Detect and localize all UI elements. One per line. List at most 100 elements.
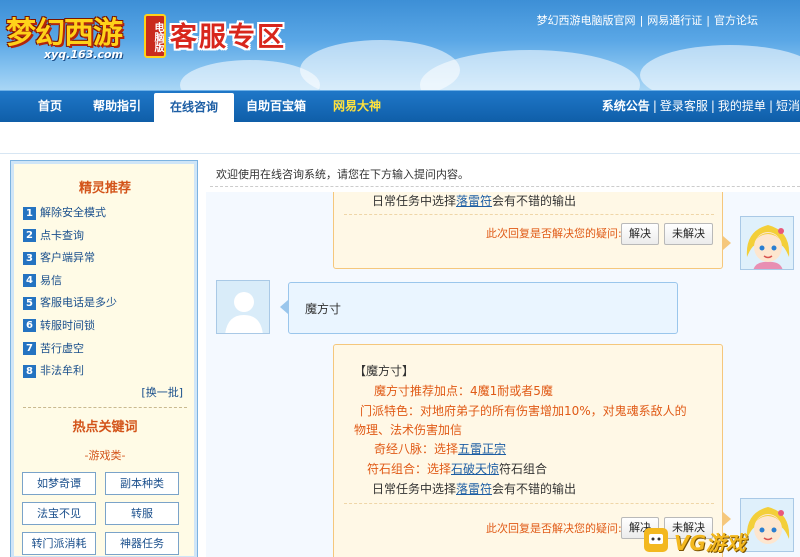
recommend-list: 1 解除安全模式 2 点卡查询 3 客户端异常 4 易信 5 客服电话是多少 6 转服时间锁… [23, 202, 193, 383]
keyword-button[interactable]: 转服 [105, 502, 179, 525]
list-item[interactable]: 3 客户端异常 [23, 247, 193, 270]
item-number: 7 [23, 342, 36, 356]
login-service-link[interactable]: 登录客服 [660, 99, 708, 113]
cloud-decoration [420, 50, 640, 90]
watermark-logo: VG游戏 [642, 525, 794, 555]
message-line: 物理、法术伤害加信 [354, 423, 463, 437]
user-message-bubble: 魔方寸 [288, 282, 678, 334]
system-notice-link[interactable]: 系统公告 [602, 99, 650, 113]
list-item[interactable]: 5 客服电话是多少 [23, 292, 193, 315]
welcome-divider [210, 186, 800, 187]
refresh-batch-link[interactable]: [换一批] [141, 384, 183, 400]
item-link[interactable]: 落雷符 [456, 194, 492, 208]
item-number: 5 [23, 296, 36, 310]
item-number: 8 [23, 364, 36, 378]
agent-avatar [740, 216, 794, 270]
item-label: 解除安全模式 [40, 206, 106, 219]
main-nav: 首页 帮助指引 在线咨询 自助百宝箱 网易大神 系统公告 | 登录客服 | 我的提单 | 短… [0, 90, 800, 123]
text: 会有不错的输出 [492, 482, 577, 496]
nav-home[interactable]: 首页 [24, 91, 76, 122]
site-header: 梦幻西游 电脑版 xyq.163.com 客服专区 梦幻西游电脑版官网 | 网易通行… [0, 0, 800, 90]
chat-area[interactable]: 日常任务中选择落雷符会有不错的输出 此次回复是否解决您的疑问: 解决 未解决 魔… [206, 192, 800, 557]
solved-button[interactable]: 解决 [621, 223, 659, 245]
nav-netease-dashen[interactable]: 网易大神 [322, 91, 392, 122]
keyword-button[interactable]: 如梦奇谭 [22, 472, 96, 495]
item-label: 易信 [40, 273, 62, 287]
item-number: 1 [23, 206, 36, 220]
text: 符石组合：选择 [367, 462, 452, 476]
item-label: 转服时间锁 [40, 318, 95, 332]
list-item[interactable]: 2 点卡查询 [23, 225, 193, 248]
nav-help-guide[interactable]: 帮助指引 [86, 91, 148, 122]
keyword-category: -游戏类- [84, 449, 126, 462]
cloud-decoration [180, 60, 320, 90]
item-number: 2 [23, 229, 36, 243]
list-item[interactable]: 8 非法牟利 [23, 360, 193, 383]
netease-passport-link[interactable]: 网易通行证 [647, 14, 702, 27]
official-forum-link[interactable]: 官方论坛 [714, 14, 758, 27]
user-avatar [216, 280, 270, 334]
item-link[interactable]: 五雷正宗 [458, 442, 506, 456]
feedback-prompt: 此次回复是否解决您的疑问: [486, 522, 622, 535]
item-link[interactable]: 落雷符 [456, 482, 492, 496]
keyword-button[interactable]: 神器任务 [105, 532, 179, 555]
welcome-message: 欢迎使用在线咨询系统，请您在下方输入提问内容。 [216, 168, 469, 181]
feedback-prompt: 此次回复是否解决您的疑问: [486, 227, 622, 240]
item-link[interactable]: 石破天惊 [451, 462, 499, 476]
item-label: 客户端异常 [40, 251, 95, 265]
message-line: 日常任务中选择落雷符会有不错的输出 [372, 480, 576, 497]
logo-badge: 电脑版 [144, 14, 166, 58]
hot-keywords-title: 热点关键词 [72, 420, 138, 435]
item-label: 苦行虚空 [40, 341, 84, 355]
bubble-pointer [280, 300, 288, 314]
keyword-button[interactable]: 副本种类 [105, 472, 179, 495]
user-message-text: 魔方寸 [305, 302, 342, 316]
text: 奇经八脉：选择 [374, 442, 459, 456]
agent-message-bubble: 日常任务中选择落雷符会有不错的输出 此次回复是否解决您的疑问: 解决 未解决 [333, 192, 723, 269]
logo-text: 梦幻西游 [6, 16, 123, 51]
game-logo[interactable]: 梦幻西游 电脑版 xyq.163.com [6, 4, 166, 66]
message-line: 门派特色：对地府弟子的所有伤害增加10%，对鬼魂系敌人的 [360, 404, 687, 418]
logo-url: xyq.163.com [44, 48, 123, 61]
list-item[interactable]: 6 转服时间锁 [23, 315, 193, 338]
item-label: 点卡查询 [40, 228, 84, 242]
text: 会有不错的输出 [492, 194, 577, 208]
nav-self-service[interactable]: 自助百宝箱 [240, 91, 312, 122]
message-line: 奇经八脉：选择五雷正宗 [374, 440, 506, 457]
item-number: 6 [23, 319, 36, 333]
official-site-link[interactable]: 梦幻西游电脑版官网 [537, 14, 636, 27]
sidebar-divider [23, 407, 187, 408]
my-tickets-link[interactable]: 我的提单 [718, 99, 766, 113]
item-number: 3 [23, 251, 36, 265]
text: 日常任务中选择 [372, 482, 457, 496]
text: 日常任务中选择 [372, 194, 457, 208]
cloud-decoration [640, 45, 800, 90]
item-number: 4 [23, 274, 36, 288]
message-line: 符石组合：选择石破天惊符石组合 [367, 460, 547, 477]
list-item[interactable]: 4 易信 [23, 270, 193, 293]
message-title: 【魔方寸】 [354, 364, 415, 378]
page-title: 客服专区 [170, 22, 286, 53]
nav-right-links: 系统公告 | 登录客服 | 我的提单 | 短消 [601, 99, 800, 113]
top-links: 梦幻西游电脑版官网 | 网易通行证 | 官方论坛 [536, 14, 758, 27]
bubble-pointer [723, 512, 731, 526]
list-item[interactable]: 1 解除安全模式 [23, 202, 193, 225]
keyword-button[interactable]: 转门派消耗 [22, 532, 96, 555]
keyword-button[interactable]: 法宝不见 [22, 502, 96, 525]
sub-bar [0, 122, 800, 154]
feedback-divider [344, 503, 714, 504]
unsolved-button[interactable]: 未解决 [664, 223, 713, 245]
bubble-pointer [723, 236, 731, 250]
feedback-divider [344, 214, 714, 215]
nav-online-consult[interactable]: 在线咨询 [154, 93, 234, 123]
item-label: 客服电话是多少 [40, 296, 117, 310]
sidebar: 精灵推荐 1 解除安全模式 2 点卡查询 3 客户端异常 4 易信 5 客服电话是多少 6… [10, 160, 198, 557]
sidebar-title: 精灵推荐 [78, 181, 131, 196]
list-item[interactable]: 7 苦行虚空 [23, 338, 193, 361]
short-message-link[interactable]: 短消 [776, 99, 800, 113]
message-line: 日常任务中选择落雷符会有不错的输出 [372, 192, 576, 209]
text: 符石组合 [499, 462, 548, 476]
watermark-text: VG游戏 [674, 531, 746, 555]
message-line: 魔方寸推荐加点：4魔1耐或者5魔 [374, 384, 553, 398]
item-label: 非法牟利 [40, 364, 84, 378]
